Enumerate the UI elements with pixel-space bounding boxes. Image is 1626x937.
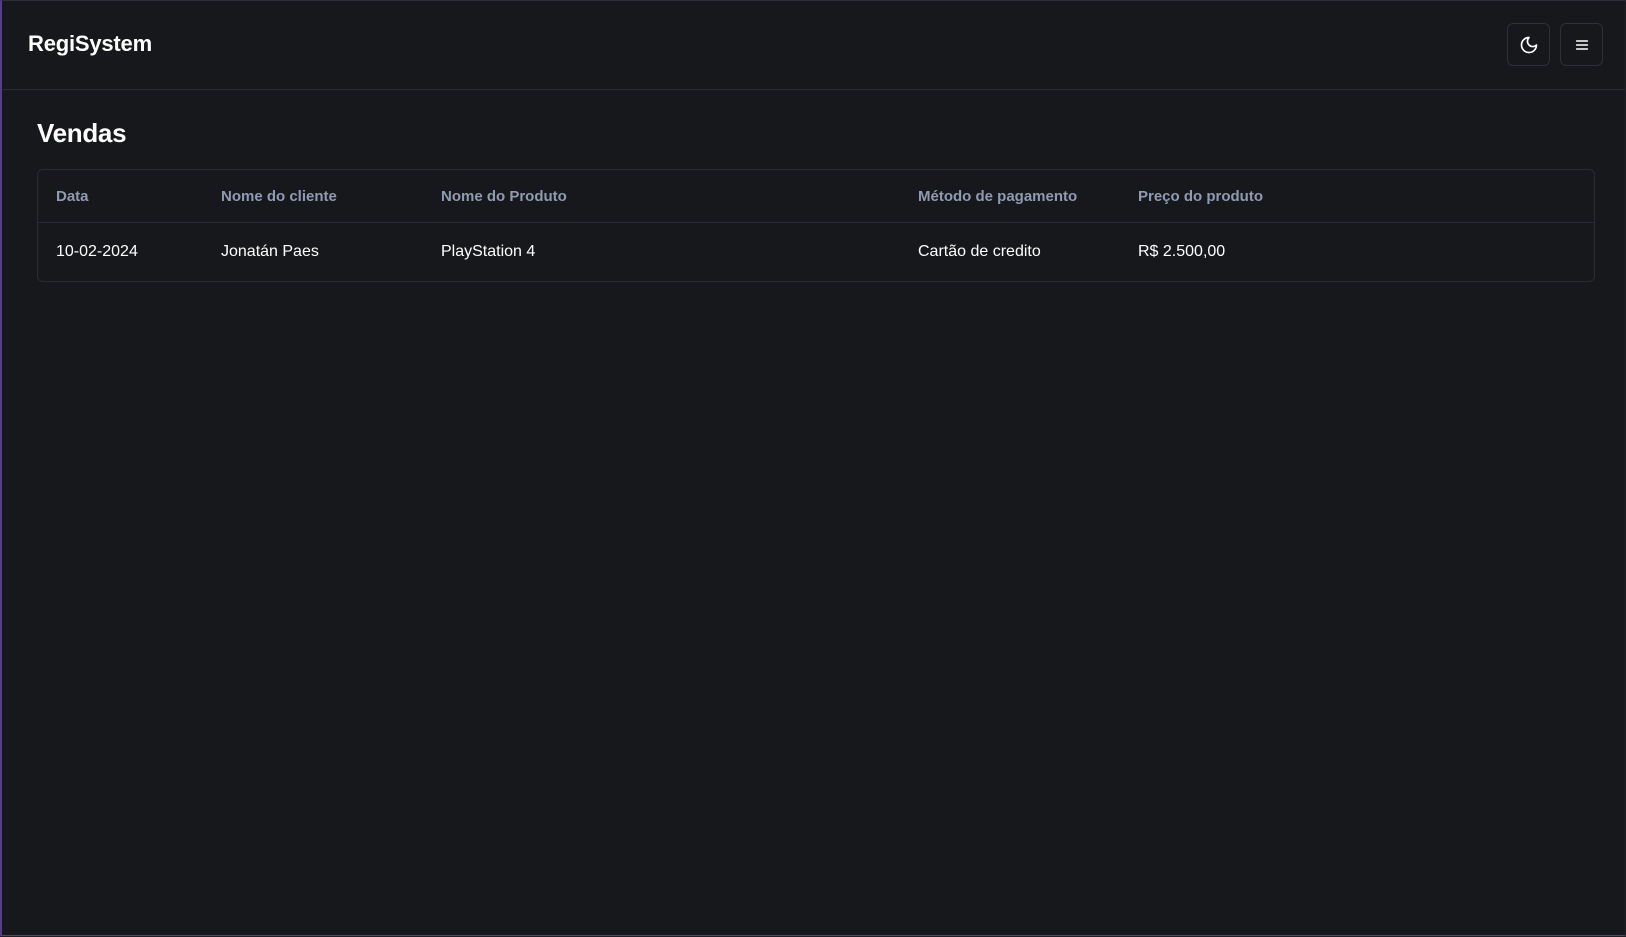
- top-navbar: RegiSystem: [2, 1, 1625, 90]
- cell-product-name: PlayStation 4: [441, 243, 536, 260]
- column-header-product-price: Preço do produto: [1138, 170, 1594, 223]
- page-title: Vendas: [37, 118, 127, 148]
- theme-toggle-button[interactable]: [1507, 23, 1550, 66]
- column-header-payment-method: Método de pagamento: [918, 170, 1138, 223]
- column-header-product-name: Nome do Produto: [441, 170, 918, 223]
- cell-payment-method: Cartão de credito: [918, 243, 1041, 260]
- column-header-date: Data: [38, 170, 221, 223]
- brand-logo-text[interactable]: RegiSystem: [28, 31, 152, 57]
- cell-product-price: R$ 2.500,00: [1138, 243, 1226, 260]
- moon-icon: [1519, 35, 1539, 55]
- column-header-client-name: Nome do cliente: [221, 170, 441, 223]
- table-header-row: Data Nome do cliente Nome do Produto Mét…: [38, 170, 1594, 223]
- sales-table: Data Nome do cliente Nome do Produto Mét…: [37, 169, 1595, 282]
- hamburger-menu-icon: [1574, 37, 1590, 53]
- table-row[interactable]: 10-02-2024 Jonatán Paes PlayStation 4 Ca…: [38, 223, 1594, 282]
- cell-client-name: Jonatán Paes: [221, 243, 319, 260]
- menu-button[interactable]: [1560, 23, 1603, 66]
- cell-date: 10-02-2024: [56, 243, 138, 260]
- app-window: RegiSystem Vendas Data Nome do cliente N…: [0, 0, 1625, 936]
